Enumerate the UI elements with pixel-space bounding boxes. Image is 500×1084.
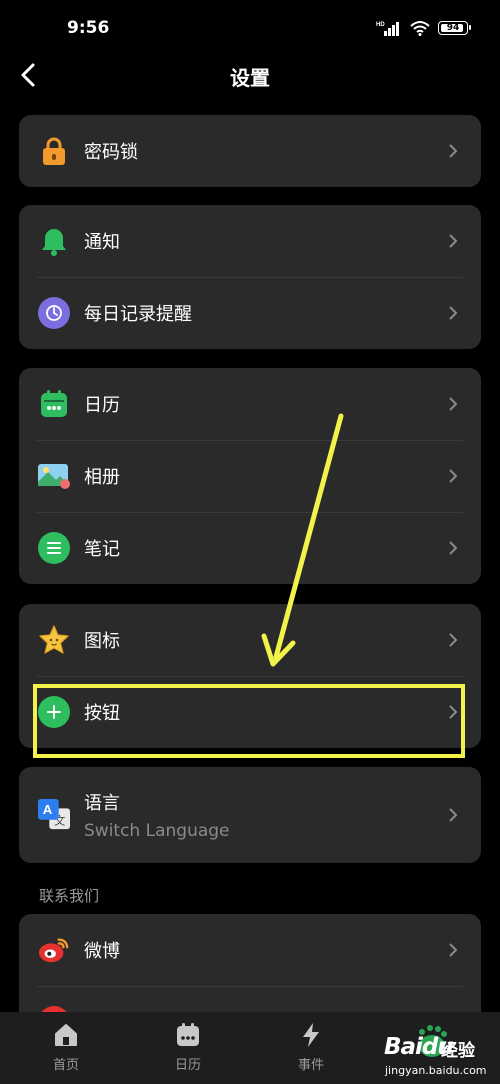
settings-item-label: 图标 (84, 631, 120, 652)
settings-item-label: 每日记录提醒 (84, 304, 192, 325)
hd-label: HD (376, 22, 385, 28)
settings-item-label: 相册 (84, 467, 120, 488)
watermark-cn: 经验 (441, 1041, 475, 1061)
tab-label: 事件 (297, 1058, 324, 1073)
settings-item-label: 密码锁 (84, 142, 138, 163)
tab-calendar[interactable]: 日历 (148, 1022, 228, 1073)
chevron-right-icon (449, 306, 458, 320)
calendar-icon (38, 388, 70, 420)
lightning-icon (303, 1023, 319, 1047)
battery-level: 94 (446, 23, 460, 33)
section-title-contact: 联系我们 (39, 887, 100, 905)
calendar-icon (177, 1023, 199, 1046)
settings-item-icon[interactable]: 图标 (19, 604, 481, 676)
settings-item-label: 笔记 (84, 539, 120, 560)
settings-item-password-lock[interactable]: 密码锁 (19, 115, 481, 187)
chevron-right-icon (449, 633, 458, 647)
settings-item-daily-reminder[interactable]: 每日记录提醒 (19, 277, 481, 349)
lock-icon (38, 135, 70, 167)
settings-item-label: 语言 (84, 793, 120, 814)
settings-item-language[interactable]: 文 A 语言 Switch Language (19, 767, 481, 863)
chevron-right-icon (449, 943, 458, 957)
settings-item-sublabel: Switch Language (84, 821, 230, 841)
chevron-right-icon (449, 144, 458, 158)
settings-item-calendar[interactable]: 日历 (19, 368, 481, 440)
chevron-right-icon (449, 808, 458, 822)
settings-item-weibo[interactable]: 微博 (19, 914, 481, 986)
chevron-right-icon (449, 541, 458, 555)
settings-item-label: 日历 (84, 395, 120, 416)
battery-icon: 94 (438, 21, 471, 35)
photo-icon (38, 460, 70, 492)
settings-item-label: 通知 (84, 232, 120, 253)
page-title: 设置 (230, 66, 270, 90)
chevron-right-icon (449, 469, 458, 483)
settings-item-label: 微博 (84, 941, 120, 962)
annotation-highlight-box (33, 684, 465, 758)
wifi-icon (410, 21, 430, 36)
settings-group-security: 密码锁 (19, 115, 481, 187)
tab-events[interactable]: 事件 (271, 1022, 351, 1073)
svg-text:A: A (43, 802, 53, 817)
home-icon (55, 1024, 77, 1046)
header: 设置 (0, 52, 500, 100)
tab-label: 日历 (174, 1058, 201, 1073)
settings-item-notifications[interactable]: 通知 (19, 205, 481, 277)
weibo-icon (38, 934, 70, 966)
status-icons: HD 94 (376, 20, 471, 36)
watermark-url: jingyan.baidu.com (385, 1064, 487, 1077)
settings-group-notifications: 通知 每日记录提醒 (19, 205, 481, 349)
cellular-signal-icon: HD (376, 22, 399, 36)
status-bar: 9:56 HD 94 (0, 0, 500, 58)
settings-group-language: 文 A 语言 Switch Language (19, 767, 481, 863)
settings-item-notes[interactable]: 笔记 (19, 512, 481, 584)
settings-item-album[interactable]: 相册 (19, 440, 481, 512)
notes-icon (38, 532, 70, 564)
moon-clock-icon (38, 297, 70, 329)
chevron-right-icon (449, 234, 458, 248)
translate-icon: 文 A (38, 799, 70, 831)
tab-home[interactable]: 首页 (26, 1022, 106, 1073)
status-time: 9:56 (67, 18, 110, 38)
bell-icon (38, 225, 70, 257)
star-icon (38, 624, 70, 656)
chevron-right-icon (449, 397, 458, 411)
settings-group-features: 日历 相册 笔记 (19, 368, 481, 584)
tab-label: 首页 (52, 1058, 79, 1073)
